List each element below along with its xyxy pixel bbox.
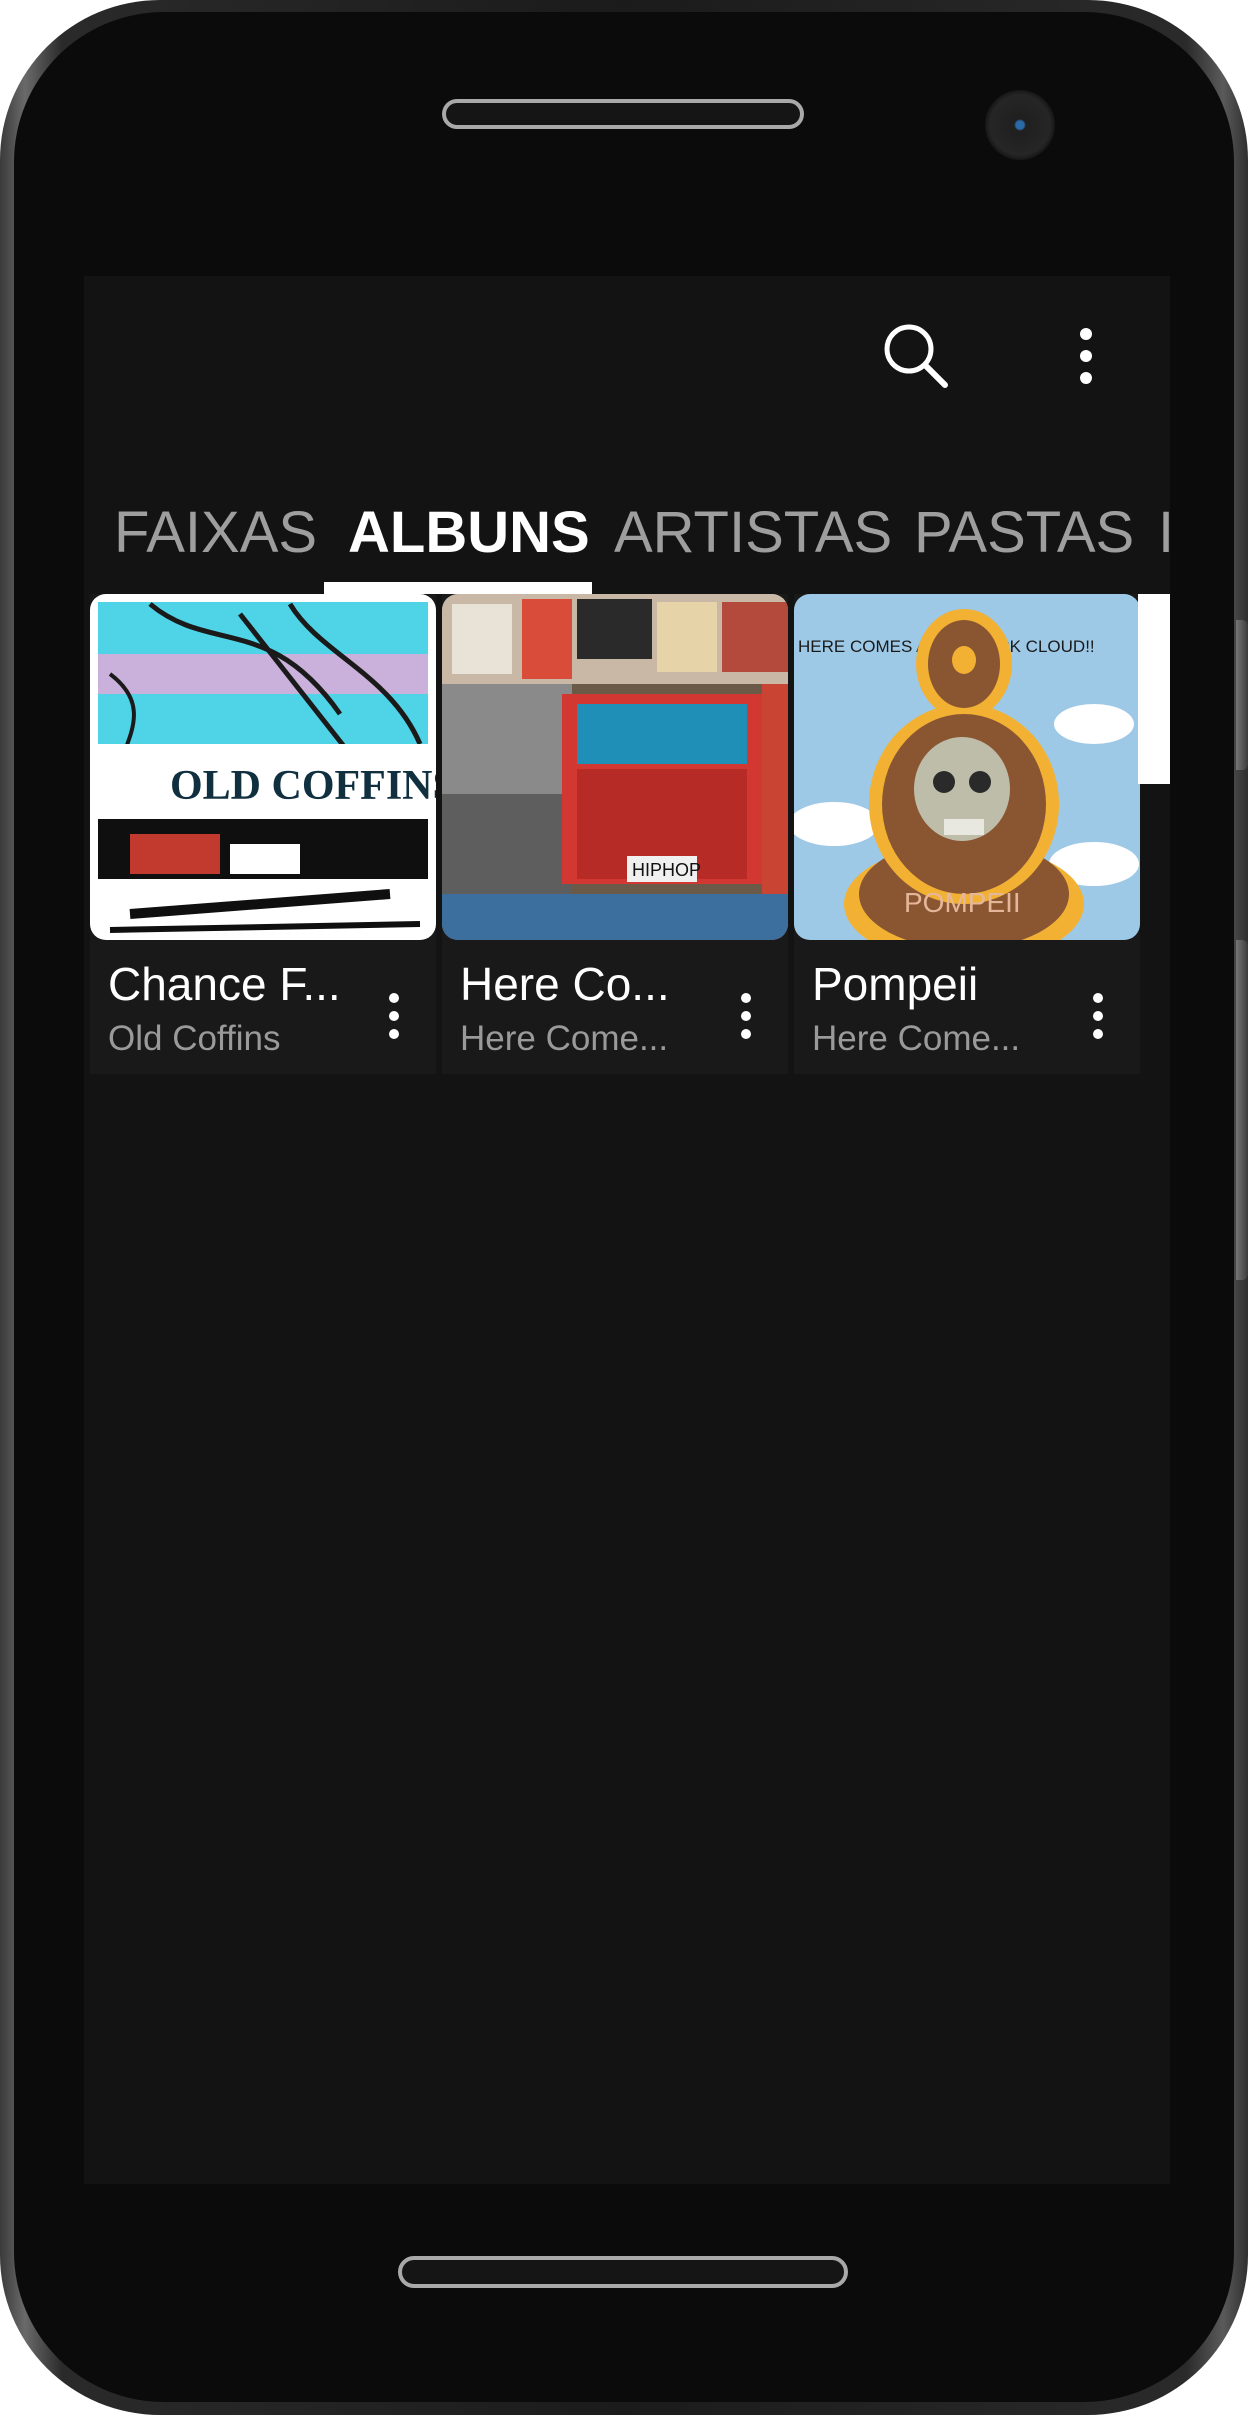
album-menu-button[interactable] — [366, 976, 422, 1056]
more-vertical-icon — [1093, 993, 1103, 1039]
more-vertical-icon — [741, 993, 751, 1039]
tab-faixas[interactable]: FAIXAS — [114, 466, 317, 576]
album-card[interactable]: HERE COMES A BIG BLACK CLOUD!! — [794, 594, 1140, 1074]
search-icon — [884, 324, 948, 388]
volume-button — [1236, 620, 1248, 770]
album-art: HIPHOP — [442, 594, 788, 940]
app-bar — [84, 276, 1170, 436]
album-grid: OLD COFFINS Chance F... Old Coffins HIPH… — [90, 594, 1170, 1074]
app-screen: FAIXAS ALBUNS ARTISTAS PASTAS I OLD COFF… — [84, 276, 1170, 2184]
overflow-menu-button[interactable] — [1046, 316, 1126, 396]
album-art-text: HIPHOP — [632, 860, 701, 880]
phone-frame: FAIXAS ALBUNS ARTISTAS PASTAS I OLD COFF… — [0, 0, 1248, 2415]
album-art-text: OLD COFFINS — [170, 763, 436, 809]
tab-bar: FAIXAS ALBUNS ARTISTAS PASTAS I — [84, 466, 1170, 586]
album-title: Here Co... — [460, 958, 670, 1010]
home-bar — [398, 2256, 848, 2288]
tab-albuns[interactable]: ALBUNS — [348, 466, 590, 576]
album-title: Pompeii — [812, 958, 979, 1010]
tab-overflow[interactable]: I — [1158, 466, 1170, 576]
album-artist: Old Coffins — [108, 1019, 281, 1058]
album-art: OLD COFFINS — [90, 594, 436, 940]
album-title: Chance F... — [108, 958, 341, 1010]
power-button — [1236, 940, 1248, 1280]
album-card[interactable]: HIPHOP Here Co... Here Come... — [442, 594, 788, 1074]
album-art-image: HIPHOP — [442, 594, 788, 940]
more-vertical-icon — [389, 993, 399, 1039]
earpiece-speaker — [442, 99, 804, 129]
next-album-card-peek[interactable] — [1138, 594, 1170, 784]
search-button[interactable] — [876, 316, 956, 396]
front-camera — [985, 90, 1055, 160]
tab-pastas[interactable]: PASTAS — [914, 466, 1134, 576]
album-artist: Here Come... — [460, 1019, 669, 1058]
album-card[interactable]: OLD COFFINS Chance F... Old Coffins — [90, 594, 436, 1074]
active-tab-indicator — [324, 582, 592, 594]
album-artist: Here Come... — [812, 1019, 1021, 1058]
album-art-image: HERE COMES A BIG BLACK CLOUD!! — [794, 594, 1140, 940]
tab-artistas[interactable]: ARTISTAS — [614, 466, 892, 576]
album-art-text: POMPEII — [904, 887, 1021, 918]
album-menu-button[interactable] — [1070, 976, 1126, 1056]
album-art-image: OLD COFFINS — [90, 594, 436, 940]
album-art: HERE COMES A BIG BLACK CLOUD!! — [794, 594, 1140, 940]
album-menu-button[interactable] — [718, 976, 774, 1056]
more-vertical-icon — [1080, 328, 1092, 384]
